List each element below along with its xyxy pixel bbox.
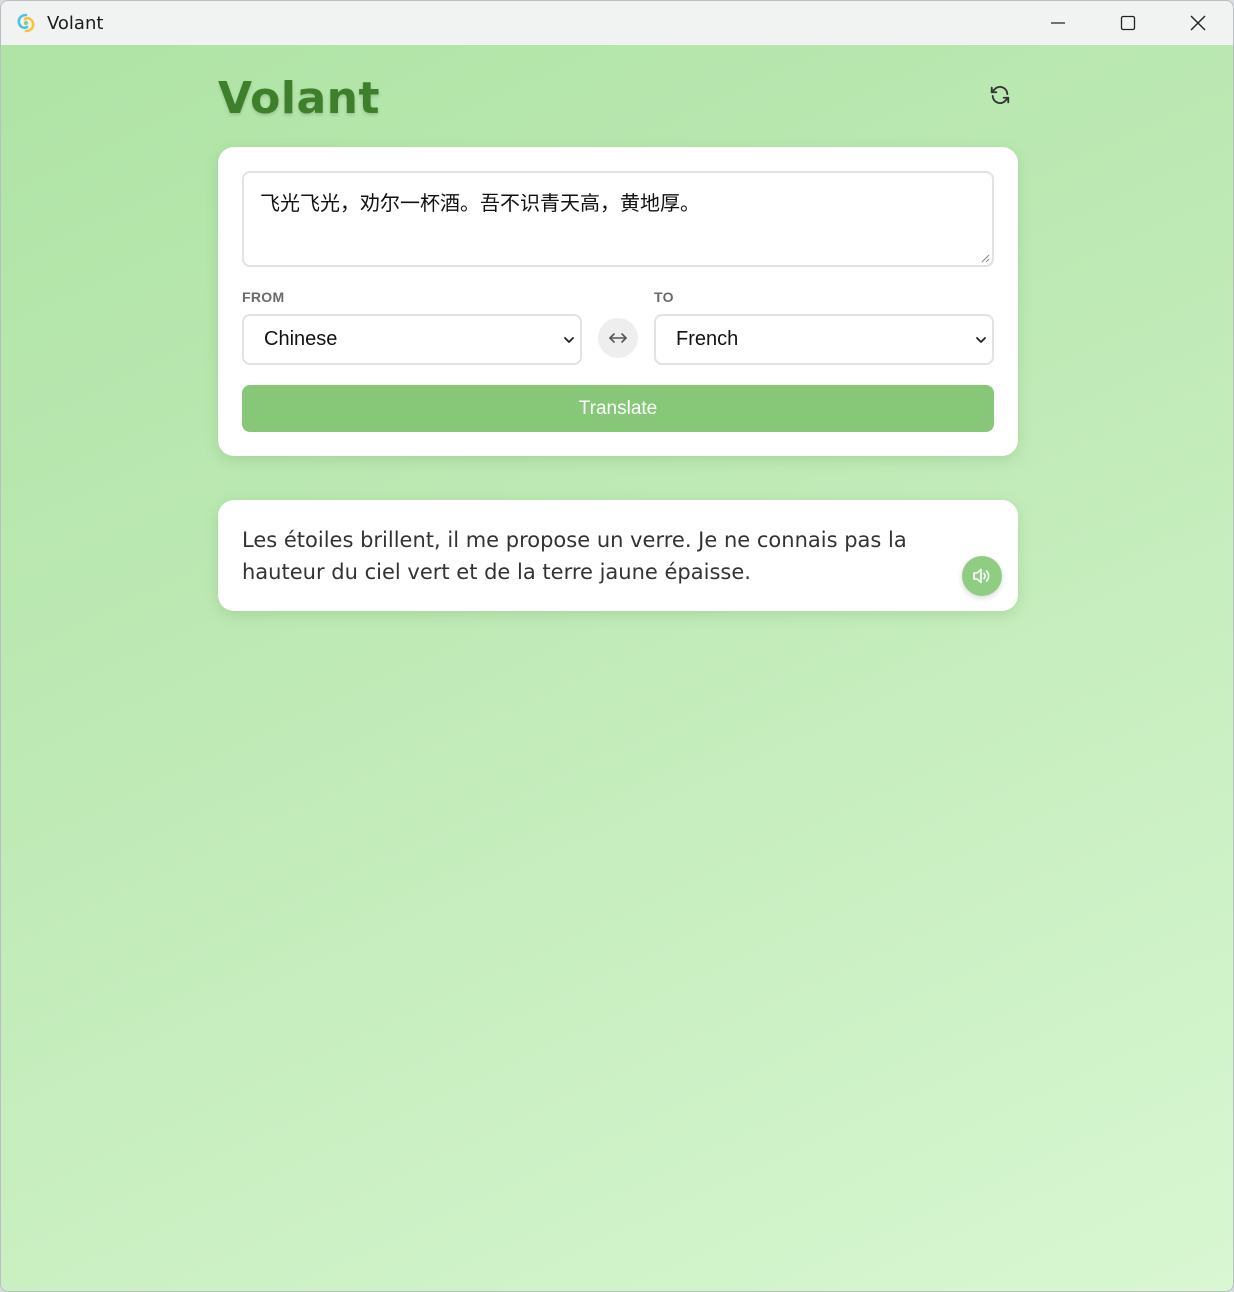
translation-result: Les étoiles brillent, il me propose un v…	[242, 528, 907, 584]
title-bar: Volant	[1, 1, 1233, 45]
chevron-down-icon	[564, 337, 574, 343]
from-label: FROM	[242, 289, 285, 305]
translate-button[interactable]: Translate	[242, 385, 994, 432]
resize-grip-icon[interactable]	[980, 253, 990, 263]
app-heading: Volant	[218, 73, 381, 124]
translation-input-card: 飞光飞光，劝尔一杯酒。吾不识青天高，黄地厚。 FROM TO Chinese F…	[218, 147, 1018, 456]
chevron-down-icon	[976, 337, 986, 343]
minimize-icon	[1051, 22, 1065, 24]
minimize-button[interactable]	[1023, 1, 1093, 45]
maximize-icon	[1120, 15, 1136, 31]
to-language-select[interactable]: French	[654, 314, 994, 365]
window-title: Volant	[47, 13, 104, 34]
to-language-value: French	[676, 328, 739, 350]
from-language-select[interactable]: Chinese	[242, 314, 582, 365]
maximize-button[interactable]	[1093, 1, 1163, 45]
close-button[interactable]	[1163, 1, 1233, 45]
refresh-icon	[990, 86, 1010, 104]
app-window: Volant Volant 飞光飞光，劝尔一杯酒。吾不识青天高，黄地厚。 FRO…	[0, 0, 1234, 1292]
to-label: TO	[654, 289, 674, 305]
speaker-icon	[973, 568, 990, 584]
source-text-input[interactable]: 飞光飞光，劝尔一杯酒。吾不识青天高，黄地厚。	[242, 171, 994, 267]
from-language-value: Chinese	[264, 328, 338, 350]
swap-languages-button[interactable]	[598, 318, 638, 358]
speak-button[interactable]	[962, 556, 1002, 596]
refresh-button[interactable]	[985, 80, 1015, 110]
translation-output-card: Les étoiles brillent, il me propose un v…	[218, 500, 1018, 611]
swap-arrows-icon	[609, 333, 627, 343]
app-logo-icon	[17, 13, 35, 33]
close-icon	[1190, 15, 1206, 31]
